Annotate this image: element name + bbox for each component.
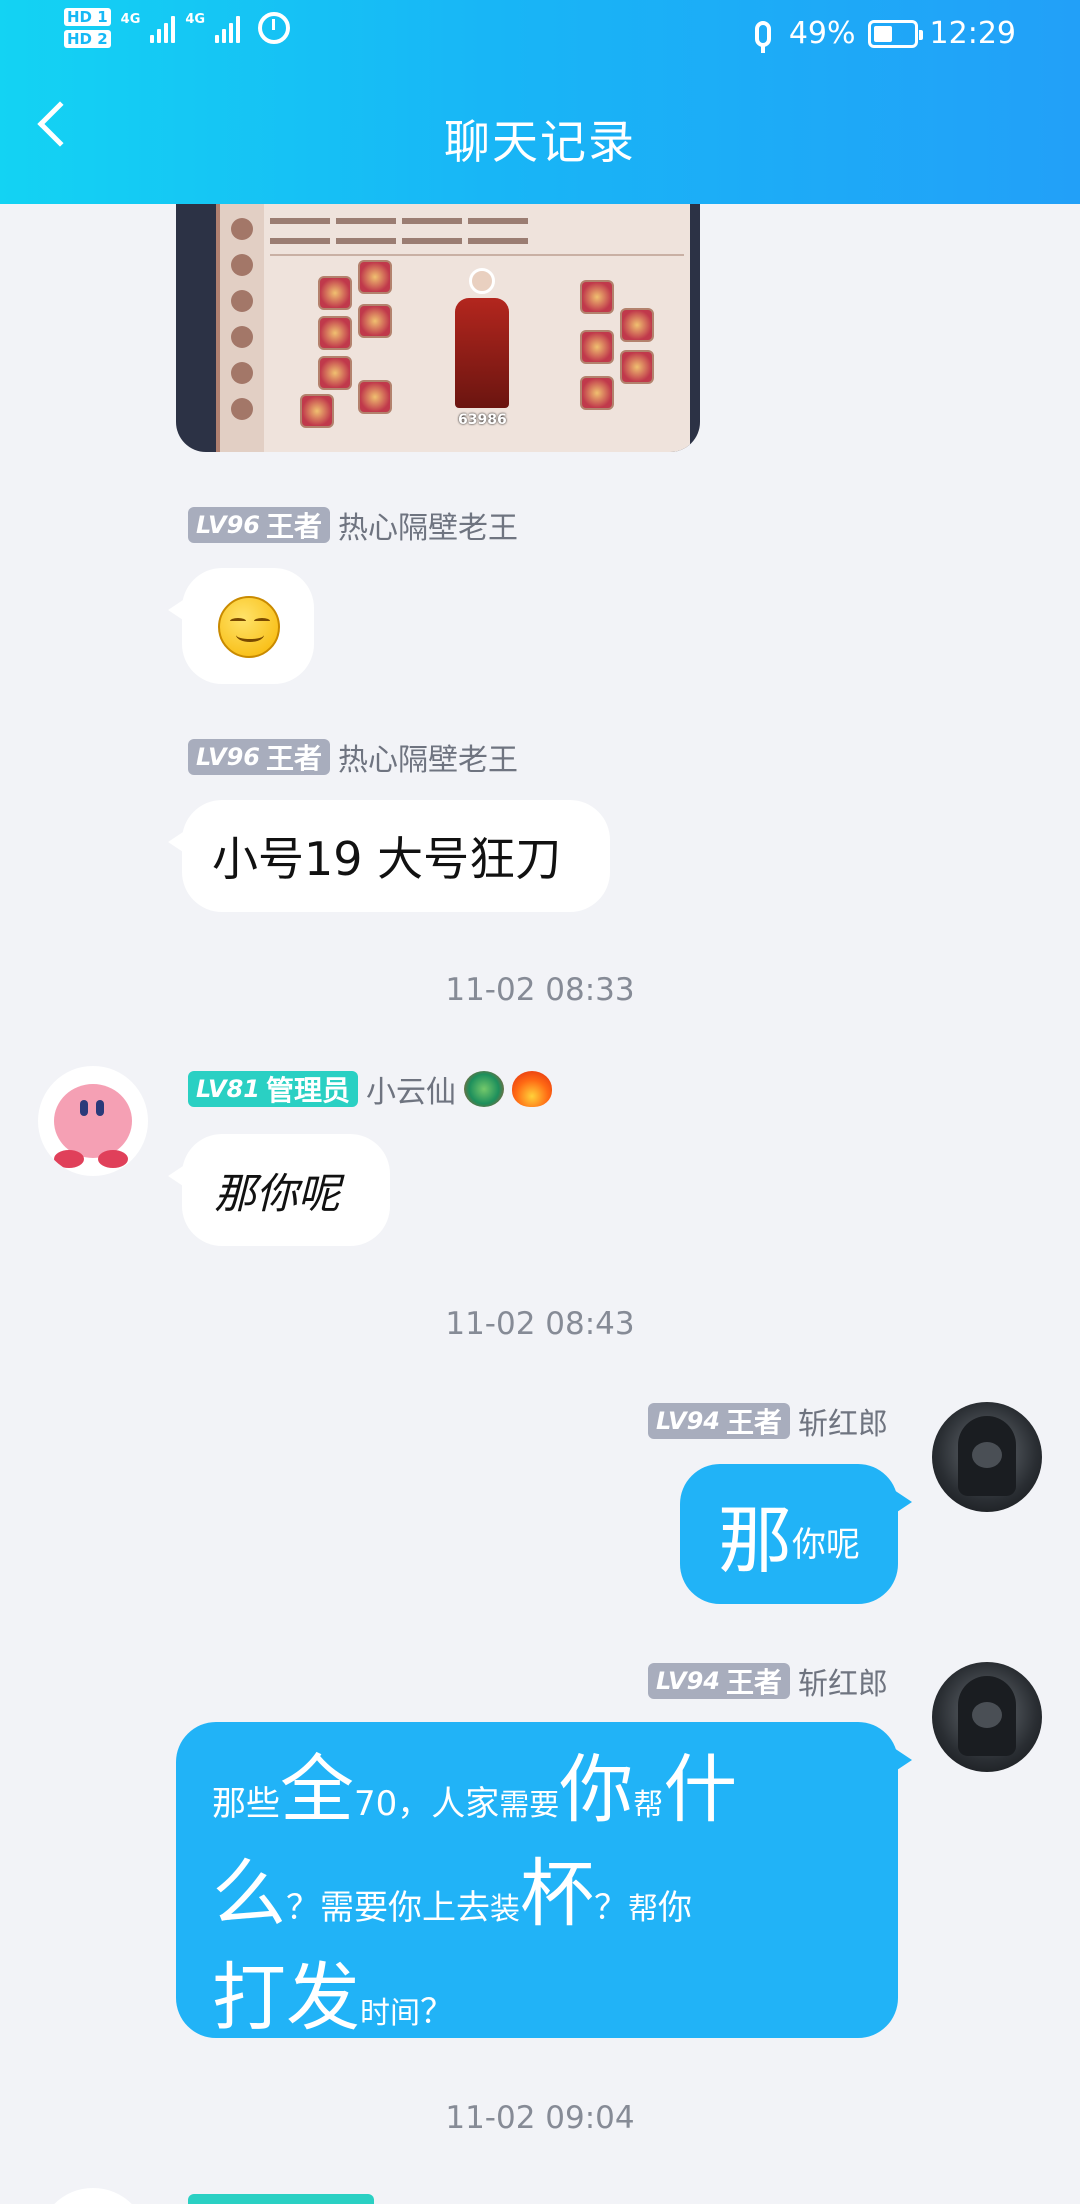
timestamp: 11-02 09:04: [445, 2100, 635, 2136]
equipment-slot: [580, 376, 614, 410]
message-text-part: 帮: [628, 1892, 658, 1927]
level-text: LV81: [196, 1075, 260, 1103]
self-avatar[interactable]: [932, 1662, 1042, 1772]
equipment-slot: [318, 316, 352, 350]
message-text: 那些全70，人家需要你帮什 么？需要你上去装杯？帮你 打发时间？: [212, 1748, 858, 2060]
equipment-slot: [300, 394, 334, 428]
level-badge: LV94 王者: [648, 1403, 790, 1439]
message-text-part: 那些: [212, 1784, 280, 1824]
message-text-part: 么: [212, 1851, 286, 1937]
message-text-part: 那: [718, 1497, 792, 1584]
message-bubble[interactable]: 那你呢: [168, 1134, 390, 1246]
message-bubble[interactable]: 那你呢: [680, 1464, 912, 1604]
level-badge: LV96 王者: [188, 507, 330, 543]
message-text-part: 时间: [360, 1996, 420, 2031]
character-info-row: [270, 208, 684, 256]
message-text-part: 需要: [499, 1788, 560, 1823]
battery-fill: [873, 25, 893, 42]
role-text: 管理员: [265, 1074, 350, 1107]
shared-game-screenshot[interactable]: 63986: [176, 204, 700, 452]
self-avatar[interactable]: [932, 1402, 1042, 1512]
status-left: HD 1 HD 2 4G 4G: [64, 8, 291, 48]
header: HD 1 HD 2 4G 4G 49% 12:29 聊天记录: [0, 0, 1080, 204]
timestamp: 11-02 08:43: [445, 1306, 635, 1342]
role-text: 王者: [725, 1406, 782, 1439]
level-text: LV96: [196, 511, 260, 539]
message-text-part: ？: [420, 1992, 454, 2032]
level-badge: LV96 王者: [188, 739, 330, 775]
avatar[interactable]: [38, 1066, 148, 1176]
level-badge: LV94 王者: [648, 1663, 790, 1699]
equipment-slot: [620, 308, 654, 342]
message-bubble[interactable]: 那些全70，人家需要你帮什 么？需要你上去装杯？帮你 打发时间？: [176, 1722, 912, 2040]
sender-meta: LV94 王者 斩红郎: [648, 1659, 888, 1703]
sender-name[interactable]: 热心隔壁老王: [338, 503, 518, 547]
network1-label: 4G: [120, 12, 141, 27]
sender-meta: LV96 王者 热心隔壁老王: [188, 503, 518, 547]
sender-meta: LV96 王者 热心隔壁老王: [188, 735, 518, 779]
equipment-slot: [358, 304, 392, 338]
message-text-part: 什: [663, 1747, 738, 1833]
status-bar: HD 1 HD 2 4G 4G 49% 12:29: [0, 0, 1080, 68]
level-text: LV96: [196, 743, 260, 771]
sim2-label: HD 2: [64, 30, 111, 48]
message-text-part: 杯: [520, 1851, 594, 1937]
equipment-slot: [318, 356, 352, 390]
equipment-slot: [620, 350, 654, 384]
clock: 12:29: [929, 16, 1016, 51]
role-text: 王者: [265, 510, 322, 543]
message-text-part: 打发: [212, 1955, 360, 2041]
sender-name[interactable]: 斩红郎: [798, 1399, 888, 1443]
sender-meta: LV94 王者 斩红郎: [648, 1399, 888, 1443]
sim1-label: HD 1: [64, 8, 111, 26]
game-sidebar: [220, 204, 264, 452]
sender-meta: LV81 管理员 小云仙: [188, 1067, 552, 1111]
signal2-icon: [215, 13, 241, 43]
role-text: 王者: [725, 1666, 782, 1699]
message-text-part: 70，人家: [354, 1784, 500, 1824]
battery-percent: 49%: [788, 16, 856, 51]
equipment-slot: [358, 260, 392, 294]
sim-indicators: HD 1 HD 2: [64, 8, 111, 48]
message-text-part: 帮: [633, 1788, 664, 1823]
combat-score: 63986: [458, 412, 507, 428]
level-badge: [188, 2194, 374, 2204]
equipment-panel: 63986: [216, 204, 690, 452]
avatar[interactable]: [38, 2188, 148, 2204]
equipment-slot: [358, 380, 392, 414]
message-text: 那你呢: [214, 1168, 341, 1218]
game-character: [452, 268, 512, 418]
battery-icon: [867, 19, 923, 48]
message-bubble[interactable]: 小号19 大号狂刀: [168, 800, 610, 912]
dragon-badge-icon: [463, 1071, 504, 1107]
smirk-emoji-icon: [218, 596, 280, 658]
message-bubble[interactable]: [168, 568, 314, 684]
fire-badge-icon: [511, 1071, 552, 1107]
equipment-slot: [318, 276, 352, 310]
mic-icon: [754, 20, 771, 53]
network2-label: 4G: [185, 12, 206, 27]
level-text: LV94: [656, 1667, 720, 1695]
page-title: 聊天记录: [444, 115, 636, 169]
equipment-slot: [580, 330, 614, 364]
message-text-part: 装: [490, 1892, 520, 1927]
sender-name[interactable]: 斩红郎: [798, 1659, 888, 1703]
message-text-part: 你: [559, 1747, 634, 1833]
signal1-icon: [150, 13, 176, 43]
message-text: 小号19 大号狂刀: [212, 832, 562, 886]
alarm-icon: [258, 12, 291, 44]
message-text-part: 你: [658, 1888, 692, 1928]
sender-name[interactable]: 热心隔壁老王: [338, 735, 518, 779]
sender-name[interactable]: 小云仙: [366, 1067, 456, 1111]
status-right: 49% 12:29: [754, 16, 1016, 53]
equipment-slot: [580, 280, 614, 314]
level-badge: LV81 管理员: [188, 1071, 358, 1107]
message-text-part: 全: [280, 1747, 354, 1833]
timestamp: 11-02 08:33: [445, 972, 635, 1008]
message-text-part: ？: [594, 1888, 628, 1928]
role-text: 王者: [265, 742, 322, 775]
message-text-part: 你呢: [792, 1525, 860, 1565]
level-text: LV94: [656, 1407, 720, 1435]
message-text-part: ？需要你上去: [286, 1888, 490, 1928]
